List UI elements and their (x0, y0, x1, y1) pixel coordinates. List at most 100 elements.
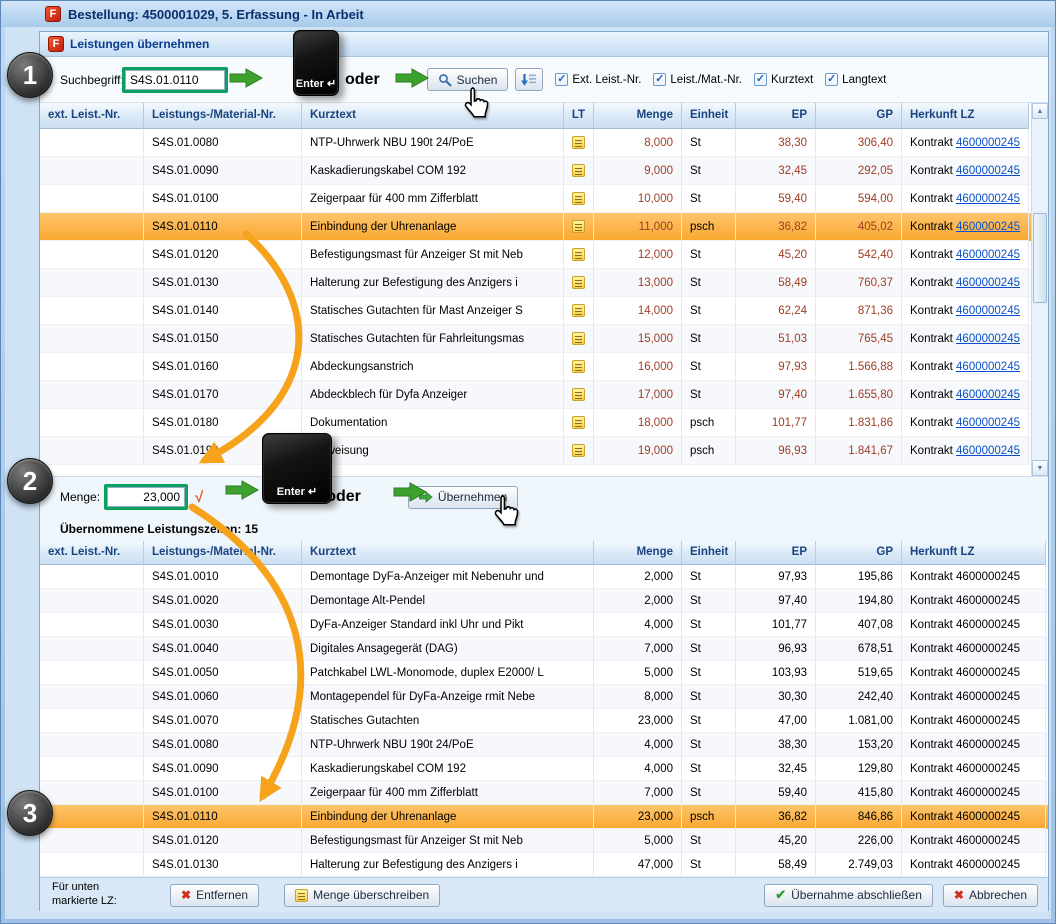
col-einheit[interactable]: Einheit (682, 103, 736, 129)
col-menge[interactable]: Menge (594, 103, 682, 129)
table-row[interactable]: S4S.01.0090 Kaskadierungskabel COM 192 9… (40, 157, 1031, 185)
entfernen-button[interactable]: Entfernen (170, 884, 259, 907)
cell-lt[interactable] (564, 241, 594, 269)
table-row[interactable]: S4S.01.0040 Digitales Ansagegerät (DAG) … (40, 637, 1048, 661)
langtext-note-icon[interactable] (572, 136, 585, 149)
filter-checkbox[interactable]: Kurztext (754, 73, 813, 86)
langtext-note-icon[interactable] (572, 192, 585, 205)
table-row[interactable]: S4S.01.0120 Befestigungsmast für Anzeige… (40, 829, 1048, 853)
table-row[interactable]: S4S.01.0030 DyFa-Anzeiger Standard inkl … (40, 613, 1048, 637)
langtext-note-icon[interactable] (572, 276, 585, 289)
table-row[interactable]: S4S.01.0150 Statisches Gutachten für Fah… (40, 325, 1031, 353)
col-leistungs-nr[interactable]: Leistungs-/Material-Nr. (144, 103, 302, 129)
kontrakt-link[interactable]: 4600000245 (956, 193, 1020, 205)
col-kurztext[interactable]: Kurztext (302, 541, 594, 565)
cell-lt[interactable] (564, 129, 594, 157)
table-row[interactable]: S4S.01.0060 Montagependel für DyFa-Anzei… (40, 685, 1048, 709)
kontrakt-link[interactable]: 4600000245 (956, 249, 1020, 261)
table-row[interactable]: S4S.01.0180 Dokumentation 18,000 psch 10… (40, 409, 1031, 437)
table-row[interactable]: S4S.01.0090 Kaskadierungskabel COM 192 4… (40, 757, 1048, 781)
cell-lt[interactable] (564, 325, 594, 353)
menge-ueberschreiben-button[interactable]: Menge überschreiben (284, 884, 440, 907)
col-gp[interactable]: GP (816, 541, 902, 565)
col-ext-leist-nr[interactable]: ext. Leist.-Nr. (40, 541, 144, 565)
uebernehmen-button[interactable]: Übernehmen (408, 486, 518, 509)
cell-lt[interactable] (564, 269, 594, 297)
kontrakt-link[interactable]: 4600000245 (956, 445, 1020, 457)
table-row[interactable]: S4S.01.0110 Einbindung der Uhrenanlage 2… (40, 805, 1048, 829)
langtext-note-icon[interactable] (572, 416, 585, 429)
col-menge[interactable]: Menge (594, 541, 682, 565)
langtext-note-icon[interactable] (572, 444, 585, 457)
checkbox-box[interactable] (825, 73, 838, 86)
col-ext-leist-nr[interactable]: ext. Leist.-Nr. (40, 103, 144, 129)
table-row[interactable]: S4S.01.0130 Halterung zur Befestigung de… (40, 269, 1031, 297)
langtext-note-icon[interactable] (572, 388, 585, 401)
checkbox-box[interactable] (555, 73, 568, 86)
filter-checkbox[interactable]: Ext. Leist.-Nr. (555, 73, 641, 86)
langtext-note-icon[interactable] (572, 220, 585, 233)
formula-icon[interactable]: √ (195, 489, 203, 506)
kontrakt-link[interactable]: 4600000245 (956, 137, 1020, 149)
kontrakt-link[interactable]: 4600000245 (956, 305, 1020, 317)
table-row[interactable]: S4S.01.0080 NTP-Uhrwerk NBU 190t 24/PoE … (40, 129, 1031, 157)
kontrakt-link[interactable]: 4600000245 (956, 417, 1020, 429)
table-row[interactable]: S4S.01.0190 Einweisung 19,000 psch 96,93… (40, 437, 1031, 465)
table-row[interactable]: S4S.01.0100 Zeigerpaar für 400 mm Ziffer… (40, 781, 1048, 805)
uebernahme-abschliessen-button[interactable]: Übernahme abschließen (764, 884, 933, 907)
cell-lt[interactable] (564, 381, 594, 409)
cell-lt[interactable] (564, 437, 594, 465)
table-row[interactable]: S4S.01.0070 Statisches Gutachten 23,000 … (40, 709, 1048, 733)
scroll-down-button[interactable] (1032, 460, 1048, 476)
kontrakt-link[interactable]: 4600000245 (956, 389, 1020, 401)
abbrechen-button[interactable]: Abbrechen (943, 884, 1038, 907)
col-ep[interactable]: EP (736, 541, 816, 565)
table-row[interactable]: S4S.01.0170 Abdeckblech für Dyfa Anzeige… (40, 381, 1031, 409)
kontrakt-link[interactable]: 4600000245 (956, 333, 1020, 345)
col-leistungs-nr[interactable]: Leistungs-/Material-Nr. (144, 541, 302, 565)
scroll-thumb[interactable] (1033, 213, 1047, 303)
search-input[interactable] (125, 70, 225, 90)
col-kurztext[interactable]: Kurztext (302, 103, 564, 129)
col-einheit[interactable]: Einheit (682, 541, 736, 565)
menge-input[interactable] (107, 487, 185, 507)
col-lt[interactable]: LT (564, 103, 594, 129)
filter-checkbox[interactable]: Langtext (825, 73, 886, 86)
langtext-note-icon[interactable] (572, 304, 585, 317)
col-ep[interactable]: EP (736, 103, 816, 129)
kontrakt-link[interactable]: 4600000245 (956, 221, 1020, 233)
window-titlebar[interactable]: F Bestellung: 4500001029, 5. Erfassung -… (1, 1, 1055, 27)
langtext-note-icon[interactable] (572, 164, 585, 177)
panel-titlebar[interactable]: F Leistungen übernehmen (40, 32, 1048, 57)
suchen-button[interactable]: Suchen (427, 68, 509, 91)
cell-lt[interactable] (564, 185, 594, 213)
cell-lt[interactable] (564, 353, 594, 381)
cell-lt[interactable] (564, 157, 594, 185)
table-row[interactable]: S4S.01.0010 Demontage DyFa-Anzeiger mit … (40, 565, 1048, 589)
table-row[interactable]: S4S.01.0020 Demontage Alt-Pendel 2,000 S… (40, 589, 1048, 613)
table-scrollbar[interactable] (1031, 103, 1048, 476)
kontrakt-link[interactable]: 4600000245 (956, 165, 1020, 177)
langtext-note-icon[interactable] (572, 332, 585, 345)
table-row[interactable]: S4S.01.0160 Abdeckungsanstrich 16,000 St… (40, 353, 1031, 381)
kontrakt-link[interactable]: 4600000245 (956, 277, 1020, 289)
checkbox-box[interactable] (653, 73, 666, 86)
table-row[interactable]: S4S.01.0120 Befestigungsmast für Anzeige… (40, 241, 1031, 269)
langtext-note-icon[interactable] (572, 360, 585, 373)
table-row[interactable]: S4S.01.0110 Einbindung der Uhrenanlage 1… (40, 213, 1031, 241)
cell-lt[interactable] (564, 409, 594, 437)
scroll-up-button[interactable] (1032, 103, 1048, 119)
cell-lt[interactable] (564, 213, 594, 241)
kontrakt-link[interactable]: 4600000245 (956, 361, 1020, 373)
filter-checkbox[interactable]: Leist./Mat.-Nr. (653, 73, 742, 86)
table-row[interactable]: S4S.01.0080 NTP-Uhrwerk NBU 190t 24/PoE … (40, 733, 1048, 757)
insert-below-icon-button[interactable] (515, 68, 543, 91)
col-gp[interactable]: GP (816, 103, 902, 129)
table-row[interactable]: S4S.01.0100 Zeigerpaar für 400 mm Ziffer… (40, 185, 1031, 213)
cell-lt[interactable] (564, 297, 594, 325)
table-row[interactable]: S4S.01.0050 Patchkabel LWL-Monomode, dup… (40, 661, 1048, 685)
checkbox-box[interactable] (754, 73, 767, 86)
table-row[interactable]: S4S.01.0140 Statisches Gutachten für Mas… (40, 297, 1031, 325)
col-herkunft-lz[interactable]: Herkunft LZ (902, 541, 1046, 565)
col-herkunft-lz[interactable]: Herkunft LZ (902, 103, 1029, 129)
